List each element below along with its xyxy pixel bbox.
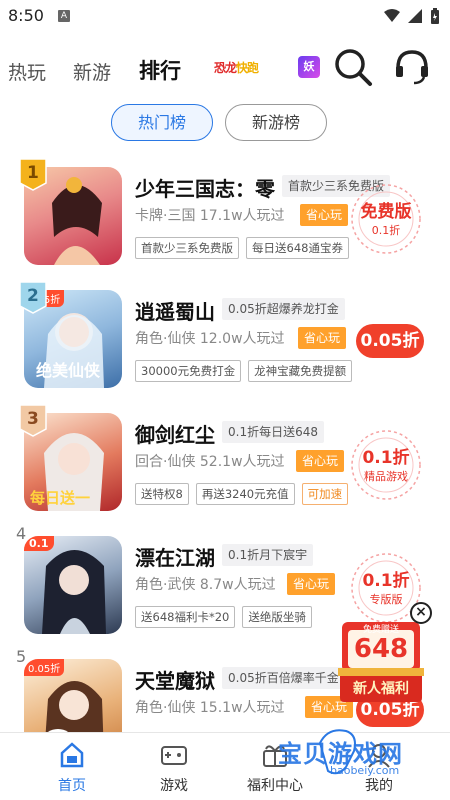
game-meta: 角色·武侠 8.7w人玩过 [135, 577, 276, 593]
tag-list: 送特权8 再送3240元充值 可加速 [135, 483, 349, 505]
tag: 送绝版坐骑 [242, 606, 312, 628]
status-time: 8:50 [8, 6, 44, 25]
discount-seal[interactable]: 0.1折 精品游戏 [346, 425, 426, 505]
game-meta: 角色·仙侠 12.0w人玩过 [135, 331, 285, 347]
list-item[interactable]: 1 少年三国志：零 首款少三系免费版 卡牌·三国 17.1w人玩过 省心玩 首款… [0, 155, 450, 273]
game-title[interactable]: 天堂魔狱 [135, 665, 215, 694]
tag: 首款少三系免费版 [135, 237, 239, 259]
signal-icon [408, 9, 422, 23]
tag: 30000元免费打金 [135, 360, 242, 382]
home-icon [60, 742, 84, 768]
new-ranking-tab[interactable]: 新游榜 [225, 104, 327, 141]
thumb-corner-label: 0.1 [24, 536, 54, 551]
discount-button[interactable]: 0.05折 [356, 324, 424, 358]
tag: 送648福利卡*20 [135, 606, 236, 628]
gift-amount: 648 [353, 634, 409, 664]
nav-mine-label: 我的 [365, 778, 393, 794]
system-icons [384, 8, 440, 24]
nav-home-label: 首页 [58, 778, 86, 794]
hot-ranking-tab[interactable]: 热门榜 [111, 104, 213, 141]
game-title[interactable]: 漂在江湖 [135, 542, 215, 571]
promo-logo-icon[interactable]: 妖 [298, 56, 320, 78]
seal-sub-text: 0.1折 [371, 224, 401, 237]
tab-new-games[interactable]: 新游 [73, 58, 111, 85]
gamepad-icon [161, 746, 187, 765]
tab-hot-play[interactable]: 热玩 [8, 58, 46, 85]
nav-home[interactable]: 首页 [27, 733, 117, 800]
seal-main-text: 0.1折 [362, 448, 410, 468]
status-bar: 8:50 A [0, 0, 450, 32]
tag: 再送3240元充值 [195, 483, 295, 505]
tag: 送特权8 [135, 483, 189, 505]
game-title[interactable]: 御剑红尘 [135, 419, 215, 448]
save-badge: 省心玩 [300, 204, 349, 226]
rank-number: 3 [27, 409, 39, 429]
dino-run-logo[interactable]: 恐龙快跑 [214, 59, 259, 76]
discount-seal[interactable]: 免费版 0.1折 [346, 179, 426, 259]
list-item[interactable]: 每日送一 3 御剑红尘 0.1折每日送648 回合·仙侠 52.1w人玩过 省心… [0, 401, 450, 519]
tag: 每日送648通宝券 [246, 237, 349, 259]
nav-games-label: 游戏 [160, 778, 188, 794]
wifi-icon [384, 9, 400, 22]
promo-label: 0.05折超爆养龙打金 [222, 298, 345, 320]
seal-sub-text: 精品游戏 [364, 470, 408, 483]
game-meta: 卡牌·三国 17.1w人玩过 [135, 208, 285, 224]
thumb-art-text: 每日送一 [30, 489, 90, 507]
notification-icon: A [58, 10, 70, 22]
rank-number: 5 [16, 647, 27, 666]
watermark-url: baobeiy.com [330, 764, 400, 777]
thumb-corner-label: 0.05折 [24, 659, 65, 676]
rank-number: 4 [16, 524, 27, 543]
top-nav: 热玩 新游 排行 恐龙快跑 妖 [0, 40, 450, 96]
game-title[interactable]: 少年三国志：零 [135, 173, 275, 202]
seal-main-text: 0.1折 [362, 571, 410, 591]
rank-number: 1 [27, 163, 39, 183]
nav-games[interactable]: 游戏 [129, 733, 219, 800]
battery-icon [431, 8, 439, 24]
save-badge: 省心玩 [298, 327, 347, 349]
promo-label: 0.1折月下宸宇 [222, 544, 314, 566]
close-icon[interactable]: × [410, 602, 432, 624]
customer-service-icon[interactable] [392, 46, 432, 86]
tag-list: 送648福利卡*20 送绝版坐骑 [135, 606, 312, 628]
promo-label: 0.1折每日送648 [222, 421, 324, 443]
promo-label: 0.05折百倍爆率千金 [222, 667, 345, 689]
gift-label: 新人福利 [353, 681, 409, 697]
rank-number: 2 [27, 286, 39, 306]
game-title[interactable]: 逍遥蜀山 [135, 296, 215, 325]
tag-list: 30000元免费打金 龙神宝藏免费提额 [135, 360, 353, 382]
tab-ranking[interactable]: 排行 [139, 55, 181, 85]
tag: 龙神宝藏免费提额 [248, 360, 353, 382]
ranking-tabs: 热门榜 新游榜 [0, 104, 450, 144]
game-thumbnail[interactable]: 0.1 [24, 536, 122, 634]
tag-accelerate: 可加速 [301, 483, 349, 505]
seal-sub-text: 专版版 [369, 593, 403, 606]
tag-list: 首款少三系免费版 每日送648通宝券 [135, 237, 349, 259]
nav-welfare-label: 福利中心 [247, 778, 303, 794]
game-meta: 角色·仙侠 15.1w人玩过 [135, 700, 285, 716]
new-user-gift-popup[interactable]: 免费赠送 648 新人福利 [338, 618, 424, 702]
seal-main-text: 免费版 [360, 202, 412, 222]
search-icon[interactable] [332, 46, 374, 88]
game-meta: 回合·仙侠 52.1w人玩过 [135, 454, 285, 470]
thumb-art-text: 绝美仙侠 [36, 361, 101, 380]
save-badge: 省心玩 [287, 573, 336, 595]
list-item[interactable]: 绝美仙侠 0.05折 2 逍遥蜀山 0.05折超爆养龙打金 角色·仙侠 12.0… [0, 278, 450, 396]
save-badge: 省心玩 [296, 450, 345, 472]
